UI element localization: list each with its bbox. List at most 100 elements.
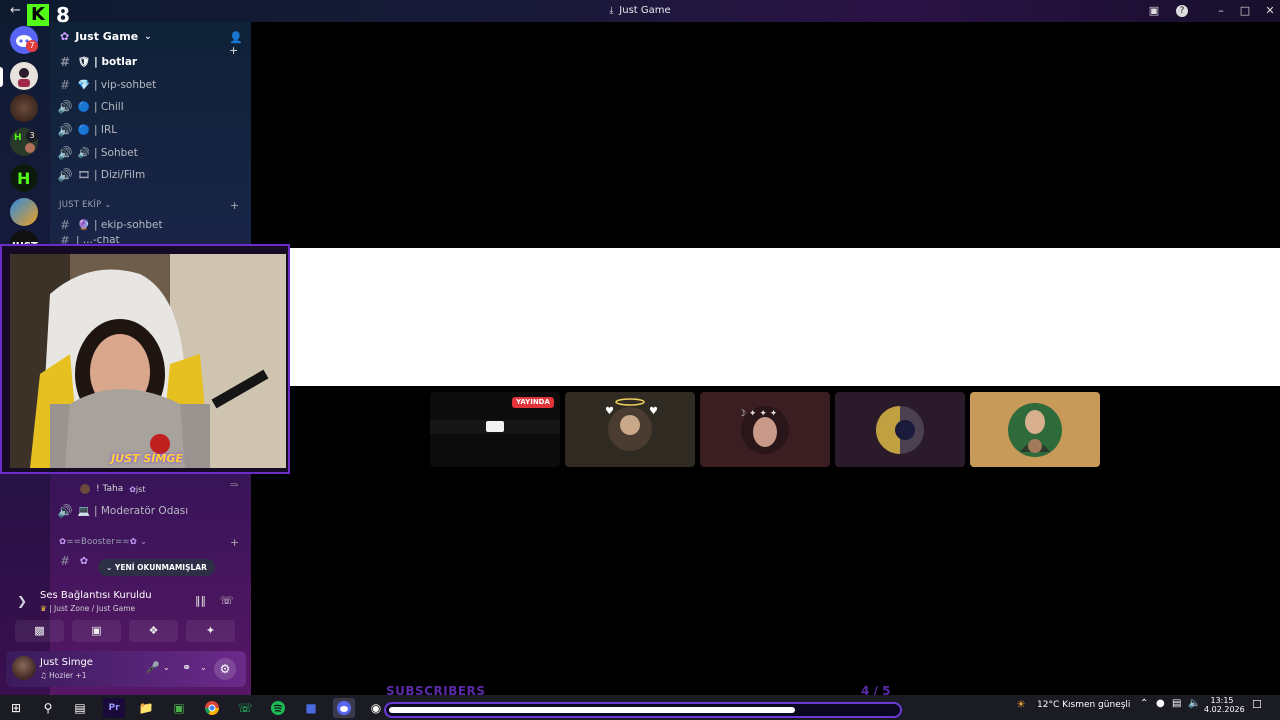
discord-taskbar-icon[interactable] bbox=[333, 698, 355, 718]
guild-badge-icon: ✿ bbox=[60, 30, 70, 43]
chevron-down-icon[interactable]: ⌄ bbox=[163, 663, 170, 672]
text-channel-icon: # bbox=[59, 218, 71, 232]
spotify-icon[interactable] bbox=[267, 698, 289, 718]
close-button[interactable]: ✕ bbox=[1262, 3, 1278, 19]
guild-name: Just Game bbox=[75, 30, 139, 43]
clock[interactable]: 13:15 4.02.2026 bbox=[1204, 696, 1245, 714]
chevron-down-icon[interactable]: ⌄ bbox=[200, 663, 207, 672]
add-channel-icon[interactable]: + bbox=[230, 536, 239, 549]
channel-label: | Chill bbox=[94, 101, 124, 113]
whatsapp-icon[interactable]: ☏ bbox=[234, 698, 256, 718]
kick-logo: K bbox=[27, 4, 49, 26]
channel-emoji: 🎞 bbox=[77, 169, 91, 181]
new-unreads-button[interactable]: ⌄ YENİ OKUNMAMIŞLAR bbox=[98, 559, 215, 576]
store-icon[interactable]: ▣ bbox=[168, 698, 190, 718]
user-tag: ✿jst bbox=[129, 484, 146, 494]
participant-tile[interactable] bbox=[970, 392, 1100, 467]
noise-suppression-icon[interactable]: ‖‖ bbox=[195, 594, 206, 607]
webcam-feed bbox=[10, 254, 286, 468]
channel-chat[interactable]: # | ...-chat bbox=[56, 236, 244, 244]
channel-emoji: 🔊 bbox=[77, 147, 91, 159]
svg-text:H: H bbox=[14, 133, 22, 143]
window-title: ⤓ Just Game bbox=[609, 5, 671, 16]
channel-dizi-film[interactable]: 🔊 🎞 | Dizi/Film bbox=[56, 165, 244, 185]
live-badge: YAYINDA bbox=[512, 397, 554, 408]
network-icon[interactable]: ▤ bbox=[1172, 698, 1181, 709]
channel-label: | ekip-sohbet bbox=[94, 219, 163, 231]
download-icon: ⤓ bbox=[609, 6, 614, 16]
participant-tile[interactable] bbox=[835, 392, 965, 467]
server-icon[interactable] bbox=[10, 198, 38, 226]
settings-gear-icon[interactable]: ⚙ bbox=[214, 658, 236, 680]
microphone-icon[interactable]: 🎤 bbox=[146, 661, 160, 674]
maximize-button[interactable]: □ bbox=[1237, 3, 1253, 19]
speaker-icon: 🔊 bbox=[57, 100, 73, 114]
add-channel-icon[interactable]: + bbox=[230, 199, 239, 212]
app-icon[interactable]: ■ bbox=[300, 698, 322, 718]
minimize-button[interactable]: – bbox=[1213, 3, 1229, 19]
server-just-game[interactable] bbox=[10, 62, 38, 90]
channel-emoji: 💎 bbox=[77, 79, 91, 91]
channel-botlar[interactable]: # 🛡 | botlar bbox=[56, 52, 244, 72]
channel-emoji: 🔵 bbox=[77, 101, 91, 113]
muted-mic-icon: ⥰ bbox=[230, 479, 238, 490]
back-arrow-icon[interactable]: ← bbox=[10, 3, 21, 18]
voice-user-taha[interactable]: ! Taha ✿jst bbox=[80, 484, 145, 494]
user-panel: Just Simge ♫ Hozier +1 🎤 ⌄ ⚭ ⌄ ⚙ bbox=[6, 651, 246, 687]
svg-text:☽ ✦ ✦ ✦: ☽ ✦ ✦ ✦ bbox=[738, 409, 778, 419]
speaker-icon: 🔊 bbox=[57, 146, 73, 160]
channel-emoji: 💻 bbox=[77, 505, 91, 517]
server-h[interactable]: H bbox=[10, 164, 38, 192]
chevron-down-icon: ⌄ bbox=[144, 31, 152, 42]
channel-emoji: ✿ bbox=[79, 555, 89, 567]
headphones-icon[interactable]: ⚭ bbox=[182, 661, 191, 674]
channel-label: | Dizi/Film bbox=[94, 169, 146, 181]
notifications-icon[interactable]: ☐ bbox=[1252, 698, 1262, 711]
soundboard-button[interactable]: ✦ bbox=[186, 620, 235, 642]
server-icon[interactable] bbox=[10, 94, 38, 122]
chrome-icon[interactable] bbox=[201, 698, 223, 718]
selected-server-indicator bbox=[0, 67, 3, 87]
weather-icon: ☀ bbox=[1016, 698, 1026, 711]
windows-start-icon[interactable]: ⊞ bbox=[5, 698, 27, 718]
tray-app-icon[interactable]: ● bbox=[1156, 698, 1165, 709]
text-channel-icon: # bbox=[59, 55, 71, 69]
disconnect-icon[interactable]: ☏ bbox=[220, 594, 234, 607]
channel-irl[interactable]: 🔊 🔵 | IRL bbox=[56, 120, 244, 140]
channel-label: | Sohbet bbox=[94, 147, 138, 159]
channel-chill[interactable]: 🔊 🔵 | Chill bbox=[56, 97, 244, 117]
voice-location: ♛ | Just Zone / Just Game bbox=[40, 604, 136, 613]
screen-share-icon[interactable]: ▣ bbox=[1146, 3, 1162, 19]
avatar bbox=[80, 484, 90, 494]
clock-time: 13:15 bbox=[1210, 696, 1234, 705]
avatar[interactable] bbox=[12, 656, 36, 680]
premiere-pro-icon[interactable]: Pr bbox=[103, 698, 125, 718]
file-explorer-icon[interactable]: 📁 bbox=[135, 698, 157, 718]
participant-tile[interactable]: ☽ ✦ ✦ ✦ bbox=[700, 392, 830, 467]
task-view-icon[interactable]: ▤ bbox=[69, 698, 91, 718]
webcam-name-label: JUST SİMGE bbox=[111, 452, 183, 465]
title-bar: ← ⤓ Just Game ▣ ? – □ ✕ bbox=[0, 0, 1280, 22]
webcam-overlay: JUST SİMGE bbox=[0, 244, 290, 474]
weather-text[interactable]: 12°C Kısmen güneşli bbox=[1037, 700, 1130, 710]
svg-text:H: H bbox=[17, 169, 30, 188]
search-icon[interactable]: ⚲ bbox=[37, 698, 59, 718]
channel-vip-sohbet[interactable]: # 💎 | vip-sohbet bbox=[56, 75, 244, 95]
channel-sohbet[interactable]: 🔊 🔊 | Sohbet bbox=[56, 143, 244, 163]
screen-share-button[interactable]: ▣ bbox=[72, 620, 121, 642]
notification-badge: 3 bbox=[26, 130, 38, 142]
category-booster[interactable]: ✿==Booster==✿ ⌄ bbox=[59, 537, 147, 547]
toggle-camera-button[interactable]: ▩ bbox=[15, 620, 64, 642]
channel-ekip-sohbet[interactable]: # 🔮 | ekip-sohbet bbox=[56, 215, 244, 235]
channel-label: | IRL bbox=[94, 124, 118, 136]
text-channel-icon: # bbox=[59, 554, 71, 568]
tray-expand-icon[interactable]: ⌃ bbox=[1140, 698, 1148, 709]
channel-moderator-odasi[interactable]: 🔊 💻 | Moderatör Odası bbox=[56, 501, 244, 521]
activities-button[interactable]: ❖ bbox=[129, 620, 178, 642]
help-icon[interactable]: ? bbox=[1176, 5, 1188, 17]
monitor-icon bbox=[486, 421, 504, 432]
volume-icon[interactable]: 🔈 bbox=[1188, 698, 1200, 709]
participant-tile[interactable]: ♥ ♥ bbox=[565, 392, 695, 467]
guild-header[interactable]: ✿ Just Game ⌄ bbox=[60, 30, 152, 43]
category-just-ekip[interactable]: JUST EKİP ⌄ bbox=[59, 200, 112, 210]
